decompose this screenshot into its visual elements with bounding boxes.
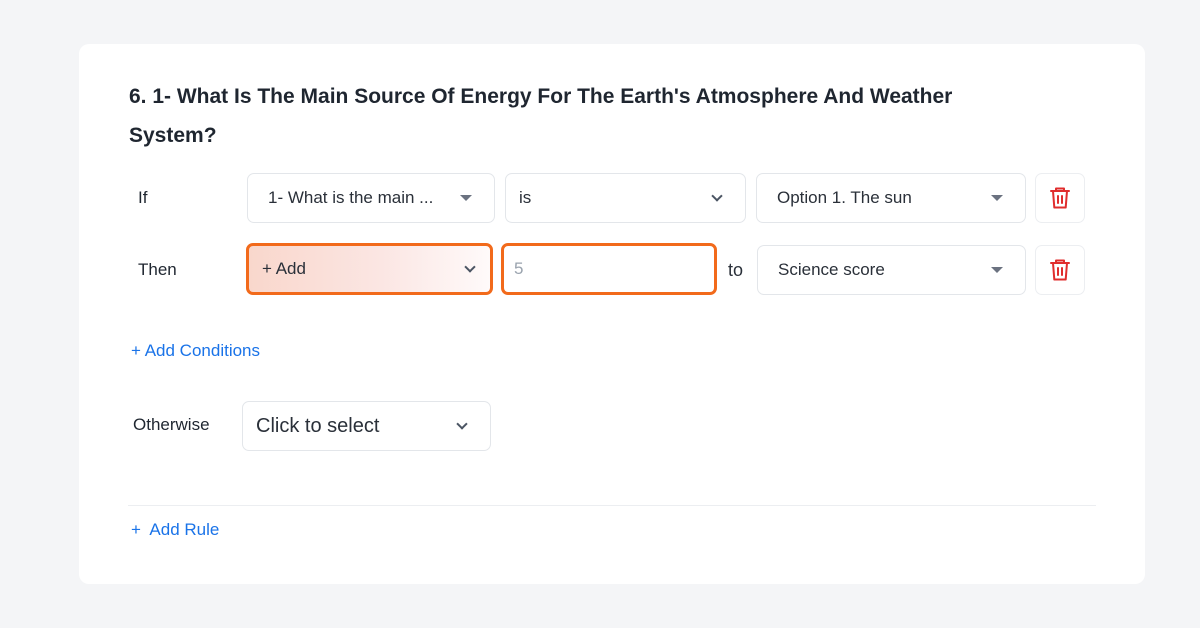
amount-field[interactable] bbox=[501, 243, 717, 295]
caret-down-icon bbox=[991, 195, 1003, 201]
chevron-down-icon bbox=[711, 189, 723, 202]
otherwise-select-value: Click to select bbox=[256, 414, 380, 437]
target-select[interactable]: Science score bbox=[757, 245, 1026, 295]
then-label: Then bbox=[138, 260, 177, 279]
to-label: to bbox=[728, 260, 744, 280]
operator-select[interactable]: is bbox=[505, 173, 746, 223]
target-select-value: Science score bbox=[778, 260, 885, 279]
delete-action-button[interactable] bbox=[1035, 245, 1085, 295]
caret-down-icon bbox=[991, 267, 1003, 273]
question-select[interactable]: 1- What is the main ... bbox=[247, 173, 495, 223]
add-conditions-link[interactable]: + Add Conditions bbox=[131, 341, 260, 361]
trash-icon bbox=[1050, 259, 1070, 281]
amount-input[interactable] bbox=[514, 259, 714, 279]
answer-select-value: Option 1. The sun bbox=[777, 188, 912, 207]
divider bbox=[128, 505, 1096, 506]
caret-down-icon bbox=[460, 195, 472, 201]
question-title: 6. 1- What Is The Main Source Of Energy … bbox=[129, 85, 953, 147]
rule-card: 6. 1- What Is The Main Source Of Energy … bbox=[79, 44, 1145, 584]
add-rule-link[interactable]: + Add Rule bbox=[131, 520, 219, 540]
if-label: If bbox=[138, 188, 148, 207]
chevron-down-icon bbox=[464, 260, 476, 273]
action-select[interactable]: + Add bbox=[246, 243, 493, 295]
chevron-down-icon bbox=[456, 417, 468, 430]
delete-condition-button[interactable] bbox=[1035, 173, 1085, 223]
trash-icon bbox=[1050, 187, 1070, 209]
answer-select[interactable]: Option 1. The sun bbox=[756, 173, 1026, 223]
operator-select-value: is bbox=[519, 188, 532, 207]
otherwise-label: Otherwise bbox=[133, 415, 210, 434]
action-select-value: + Add bbox=[262, 259, 306, 278]
otherwise-select[interactable]: Click to select bbox=[242, 401, 491, 451]
question-select-value: 1- What is the main ... bbox=[268, 188, 434, 207]
